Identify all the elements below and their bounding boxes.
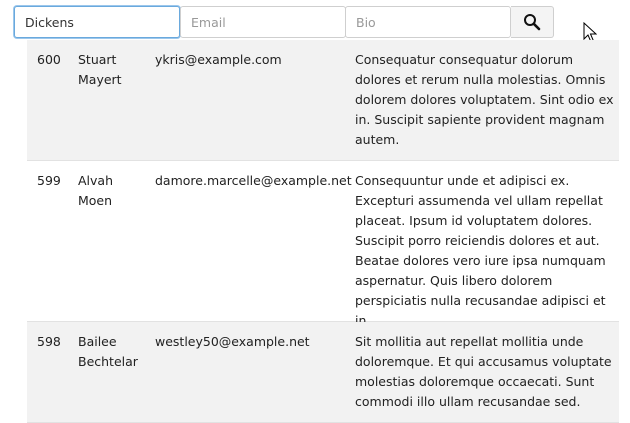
table-row[interactable]: 599 Alvah Moen damore.marcelle@example.n… bbox=[27, 161, 619, 328]
search-icon bbox=[524, 14, 541, 31]
row-email: damore.marcelle@example.net bbox=[155, 173, 352, 188]
row-id: 599 bbox=[37, 173, 61, 188]
filter-bar bbox=[14, 6, 554, 38]
row-id: 598 bbox=[37, 334, 61, 349]
email-filter-input[interactable] bbox=[180, 6, 346, 38]
results-table: 600 Stuart Mayert ykris@example.com Cons… bbox=[27, 40, 619, 423]
table-row[interactable]: 600 Stuart Mayert ykris@example.com Cons… bbox=[27, 40, 619, 161]
row-id: 600 bbox=[37, 52, 61, 67]
row-name: Stuart Mayert bbox=[78, 52, 122, 87]
row-email: ykris@example.com bbox=[155, 52, 282, 67]
bio-filter-input[interactable] bbox=[345, 6, 511, 38]
search-button[interactable] bbox=[511, 6, 554, 38]
row-bio: Consequatur consequatur dolorum dolores … bbox=[355, 52, 614, 147]
row-name: Alvah Moen bbox=[78, 173, 114, 208]
name-filter-input[interactable] bbox=[14, 6, 180, 38]
row-name: Bailee Bechtelar bbox=[78, 334, 138, 369]
row-bio: Sit mollitia aut repellat mollitia unde … bbox=[355, 334, 612, 409]
table-row[interactable]: 598 Bailee Bechtelar westley50@example.n… bbox=[27, 322, 619, 423]
row-email: westley50@example.net bbox=[155, 334, 310, 349]
row-bio: Consequuntur unde et adipisci ex. Except… bbox=[355, 173, 606, 328]
